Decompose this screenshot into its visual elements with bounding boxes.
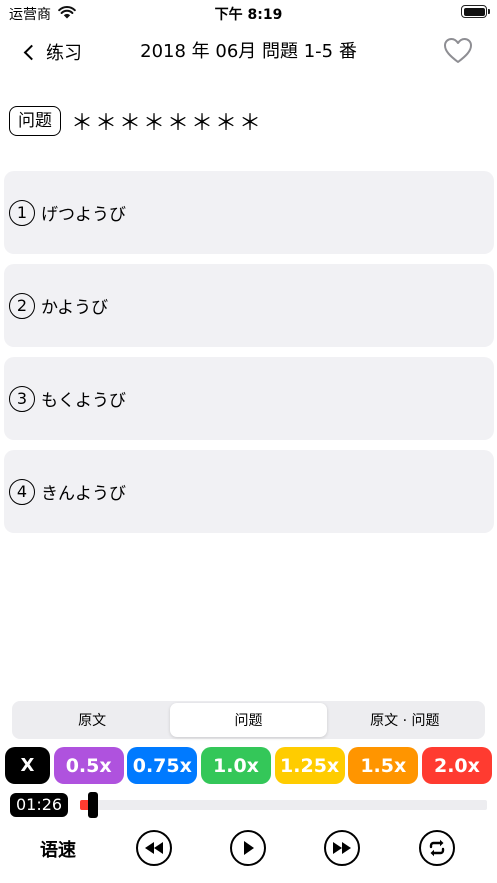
answer-option-4[interactable]: 4 きんようび (4, 450, 494, 533)
chevron-left-icon (23, 44, 40, 60)
battery-icon (461, 5, 490, 18)
elapsed-time: 01:26 (10, 793, 69, 817)
play-button[interactable] (230, 830, 266, 866)
option-number: 3 (9, 385, 35, 412)
play-icon (244, 841, 254, 855)
favorite-heart-icon[interactable] (443, 36, 473, 66)
answer-option-1[interactable]: 1 げつようび (4, 171, 494, 254)
tab-original-question[interactable]: 原文 · 问题 (327, 703, 483, 737)
speed-0.75x-button[interactable]: 0.75x (127, 747, 198, 784)
progress-handle[interactable] (88, 792, 99, 818)
speed-0.5x-button[interactable]: 0.5x (53, 747, 124, 784)
question-row: 问题 ＊＊＊＊＊＊＊＊ (9, 105, 263, 137)
tab-question[interactable]: 问题 (170, 703, 327, 737)
option-text: きんようび (41, 484, 126, 504)
player-controls: 语速 (0, 826, 497, 870)
status-time: 下午 8:19 (214, 7, 283, 23)
close-speed-button[interactable]: X (5, 747, 50, 784)
playback-progress: 01:26 (10, 791, 487, 819)
speed-1.25x-button[interactable]: 1.25x (274, 747, 345, 784)
progress-track[interactable] (80, 800, 487, 810)
option-text: げつようび (41, 205, 126, 225)
tab-original[interactable]: 原文 (14, 703, 170, 737)
back-label: 练习 (46, 43, 82, 64)
option-text: かようび (41, 298, 109, 318)
question-text: ＊＊＊＊＊＊＊＊ (71, 111, 264, 136)
status-bar: 运营商 下午 8:19 (0, 0, 497, 28)
speed-1.0x-button[interactable]: 1.0x (200, 747, 271, 784)
fast-forward-icon (333, 842, 351, 854)
rewind-icon (145, 842, 163, 854)
speed-toggle-button[interactable]: 语速 (40, 836, 76, 862)
answer-option-3[interactable]: 3 もくようび (4, 357, 494, 440)
progress-played (80, 800, 89, 810)
answer-options: 1 げつようび 2 かようび 3 もくようび 4 きんようび (4, 171, 494, 543)
fast-forward-button[interactable] (324, 830, 360, 866)
speed-2.0x-button[interactable]: 2.0x (421, 747, 492, 784)
speed-1.5x-button[interactable]: 1.5x (348, 747, 419, 784)
back-button[interactable]: 练习 (22, 38, 82, 66)
repeat-button[interactable] (419, 830, 455, 866)
question-tag: 问题 (9, 106, 61, 136)
option-number: 2 (9, 292, 35, 319)
rewind-button[interactable] (136, 830, 172, 866)
repeat-icon (429, 839, 445, 857)
answer-option-2[interactable]: 2 かようび (4, 264, 494, 347)
display-mode-segmented-control: 原文 问题 原文 · 问题 (12, 701, 485, 739)
option-number: 4 (9, 478, 35, 505)
option-number: 1 (9, 199, 35, 226)
option-text: もくようび (41, 391, 126, 411)
speed-selector: X 0.5x 0.75x 1.0x 1.25x 1.5x 2.0x (5, 747, 492, 784)
